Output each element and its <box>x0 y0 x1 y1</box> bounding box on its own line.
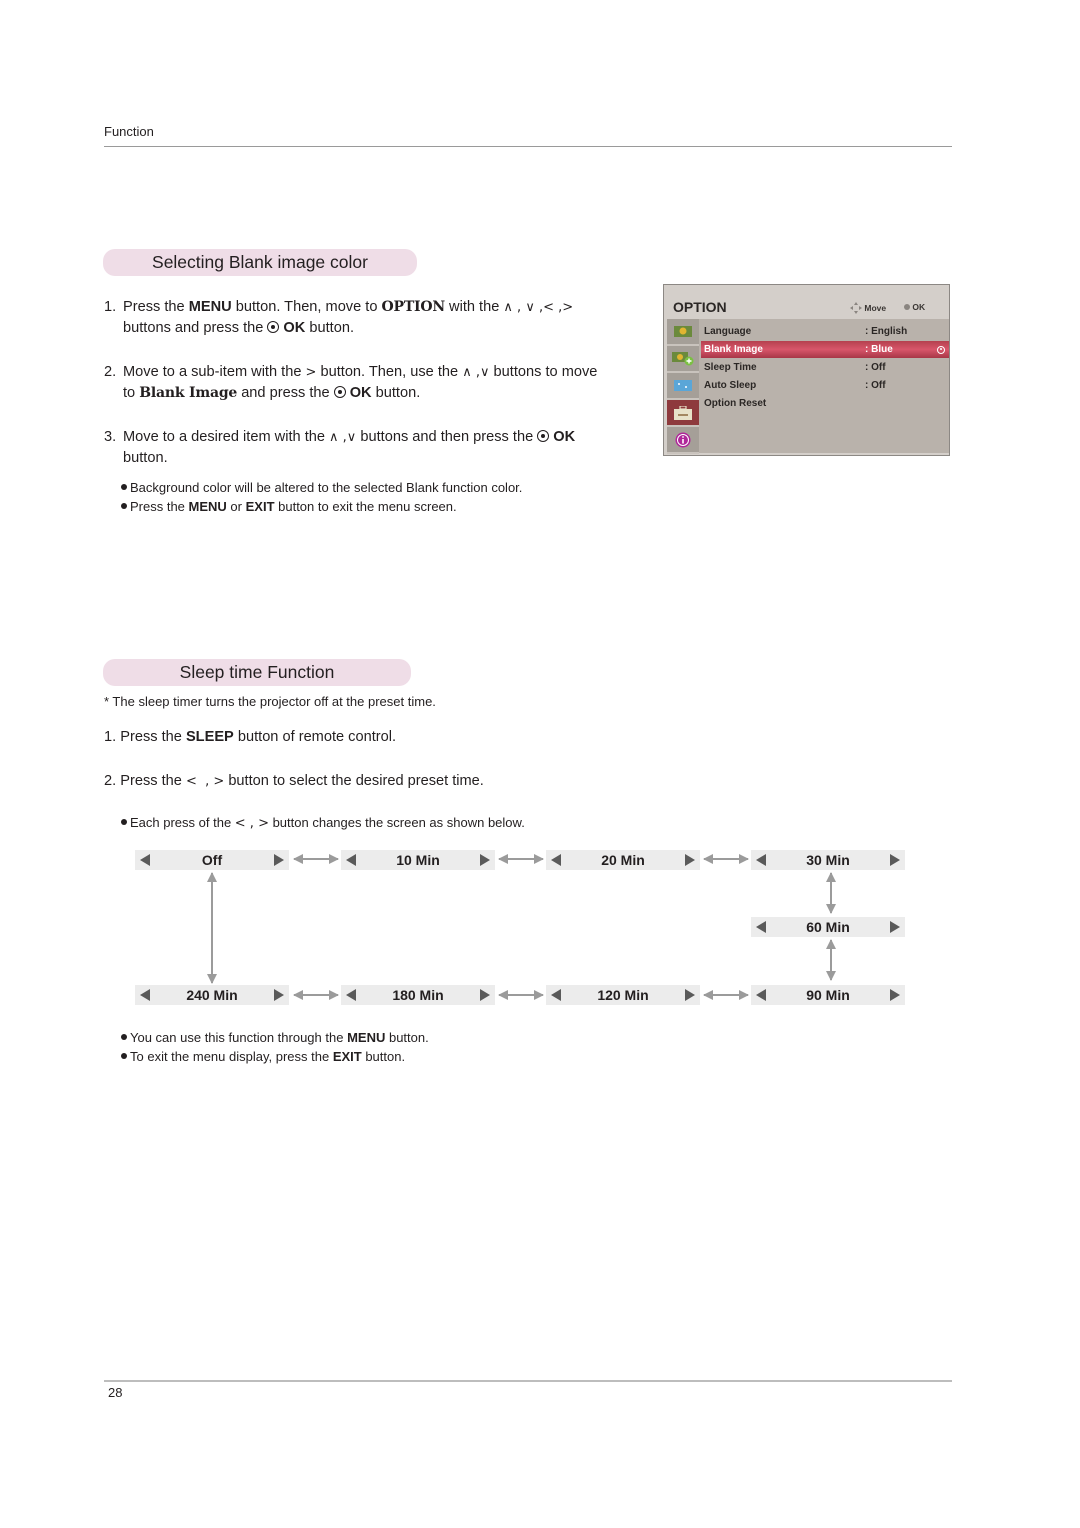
right-arrow-icon <box>685 989 695 1001</box>
note-menu-access: You can use this function through the ME… <box>121 1028 429 1047</box>
right-arrow-icon <box>685 854 695 866</box>
preset-20-min: 20 Min <box>546 850 700 870</box>
preset-180-min: 180 Min <box>341 985 495 1005</box>
bullet-icon <box>121 1034 127 1040</box>
footer-rule <box>104 1380 952 1382</box>
right-arrow-icon <box>890 989 900 1001</box>
left-arrow-icon <box>346 989 356 1001</box>
left-arrow-icon <box>756 921 766 933</box>
sleep-preset-diagram: Off 10 Min 20 Min 30 Min 60 Min 90 Min 1… <box>0 0 1080 1528</box>
note-exit-display: To exit the menu display, press the EXIT… <box>121 1047 405 1066</box>
left-arrow-icon <box>140 989 150 1001</box>
diagram-arrows <box>207 854 836 1000</box>
right-arrow-icon <box>890 854 900 866</box>
preset-240-min: 240 Min <box>135 985 289 1005</box>
preset-10-min: 10 Min <box>341 850 495 870</box>
right-arrow-icon <box>274 854 284 866</box>
left-arrow-icon <box>756 854 766 866</box>
preset-60-min: 60 Min <box>751 917 905 937</box>
right-arrow-icon <box>480 854 490 866</box>
right-arrow-icon <box>890 921 900 933</box>
right-arrow-icon <box>480 989 490 1001</box>
preset-120-min: 120 Min <box>546 985 700 1005</box>
left-arrow-icon <box>551 854 561 866</box>
page-number: 28 <box>108 1385 123 1400</box>
preset-off: Off <box>135 850 289 870</box>
bullet-icon <box>121 1053 127 1059</box>
preset-30-min: 30 Min <box>751 850 905 870</box>
left-arrow-icon <box>756 989 766 1001</box>
left-arrow-icon <box>346 854 356 866</box>
left-arrow-icon <box>140 854 150 866</box>
left-arrow-icon <box>551 989 561 1001</box>
preset-90-min: 90 Min <box>751 985 905 1005</box>
right-arrow-icon <box>274 989 284 1001</box>
